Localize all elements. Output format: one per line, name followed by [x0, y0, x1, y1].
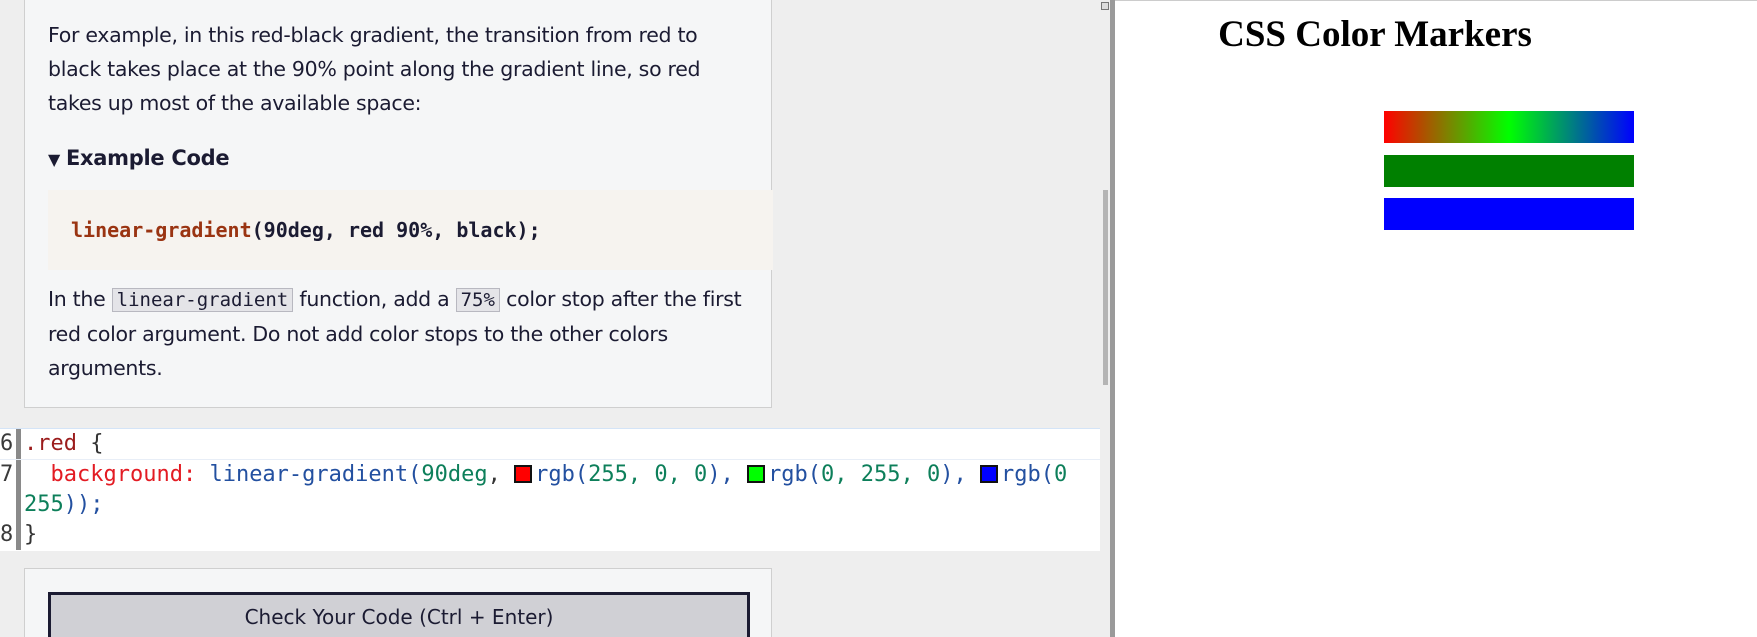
line-gutter-marker — [16, 520, 21, 550]
open-brace: { — [76, 431, 104, 456]
instruction-text: In the — [48, 287, 112, 311]
css-function: rgb( — [1001, 462, 1054, 487]
code-line[interactable]: 6 .red { — [0, 429, 1110, 459]
scroll-up-arrow-icon[interactable] — [1101, 2, 1109, 10]
description-paragraph: For example, in this red-black gradient,… — [48, 23, 701, 115]
blue-bar — [1384, 198, 1634, 230]
line-number: 7 — [0, 462, 14, 487]
inline-code-function: linear-gradient — [111, 288, 294, 312]
color-swatch-green[interactable] — [747, 464, 766, 483]
css-function: rgb( — [768, 462, 822, 487]
code-line[interactable]: 7 background: linear-gradient(90deg, rgb… — [0, 459, 1110, 490]
close-brace: } — [24, 522, 38, 547]
description-panel: For example, in this red-black gradient,… — [24, 0, 773, 408]
instruction-paragraph: In the linear-gradient function, add a 7… — [48, 282, 748, 385]
css-angle: 90deg — [421, 462, 488, 487]
close-parens: )); — [63, 492, 104, 517]
css-function: linear-gradient( — [209, 462, 422, 487]
instruction-text: function, add a — [293, 287, 456, 311]
comma: , — [487, 462, 515, 487]
color-swatch-blue[interactable] — [980, 464, 999, 483]
close-paren: ), — [940, 462, 981, 487]
preview-title: CSS Color Markers — [1218, 14, 1532, 55]
triangle-down-icon: ▼ — [48, 150, 61, 169]
rgb-values: 255 — [24, 492, 64, 517]
css-function: rgb( — [535, 462, 589, 487]
check-code-button[interactable]: Check Your Code (Ctrl + Enter) — [48, 592, 750, 637]
example-code-block: linear-gradient(90deg, red 90%, black); — [48, 190, 773, 270]
line-gutter-marker — [16, 460, 21, 490]
instructions-pane: For example, in this red-black gradient,… — [0, 0, 1110, 637]
red-gradient-bar — [1384, 111, 1634, 143]
rgb-values: 0, 255, 0 — [821, 462, 941, 487]
scrollbar-thumb[interactable] — [1103, 190, 1108, 385]
preview-pane: CSS Color Markers — [1115, 0, 1757, 637]
inline-code-percent: 75% — [455, 288, 500, 312]
rgb-values: 0 — [1054, 462, 1068, 487]
close-paren: ), — [707, 462, 748, 487]
line-number: 8 — [0, 522, 14, 547]
example-code-toggle[interactable]: ▼ Example Code — [48, 146, 230, 170]
action-panel: Check Your Code (Ctrl + Enter) — [24, 568, 772, 637]
example-code-function: linear-gradient — [71, 218, 252, 242]
example-code-label: Example Code — [66, 146, 230, 170]
line-gutter-marker — [16, 429, 21, 459]
color-swatch-red[interactable] — [514, 464, 533, 483]
line-number: 6 — [0, 431, 14, 456]
code-editor[interactable]: 6 .red { 7 background: linear-gradient(9… — [0, 428, 1110, 551]
css-selector: .red — [24, 431, 77, 456]
rgb-values: 255, 0, 0 — [588, 462, 708, 487]
css-property: background: — [50, 462, 197, 487]
code-line[interactable]: 8 } — [0, 520, 1110, 550]
code-line-wrapped[interactable]: 255)); — [0, 490, 1110, 520]
green-bar — [1384, 155, 1634, 187]
line-gutter-marker — [16, 490, 21, 520]
example-code-args: (90deg, red 90%, black); — [251, 218, 541, 242]
